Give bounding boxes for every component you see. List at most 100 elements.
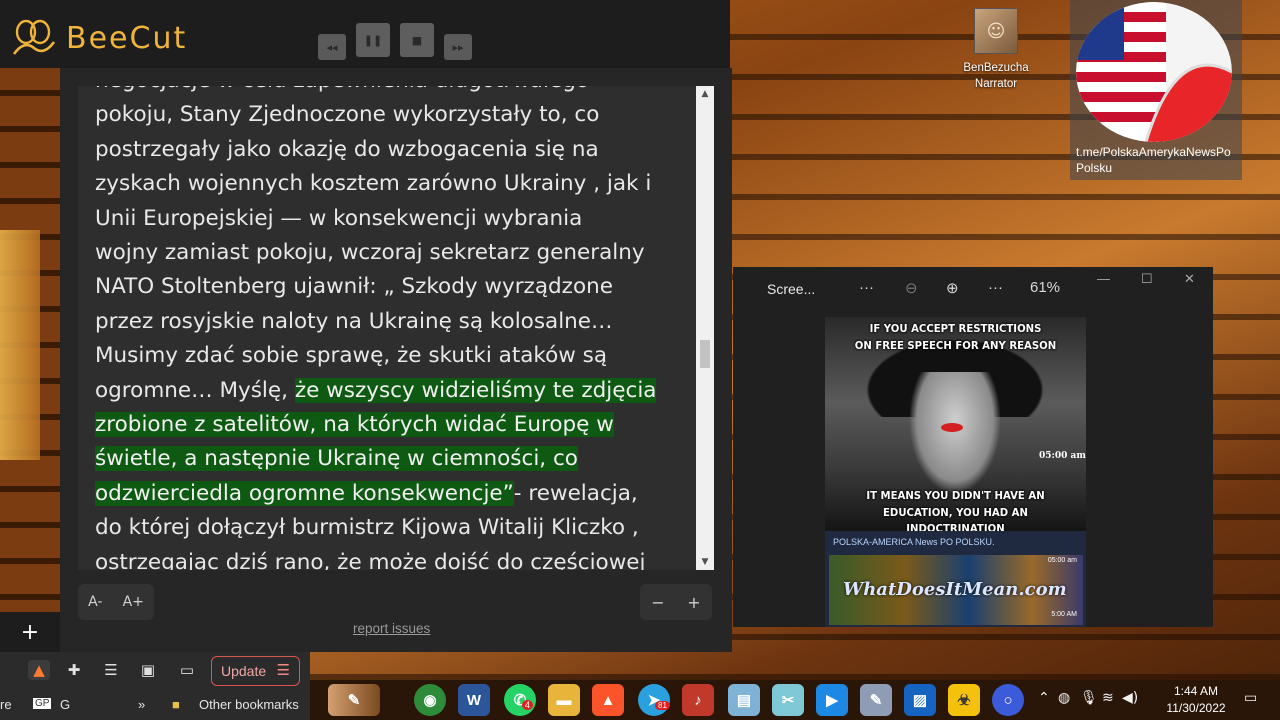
notepad-icon[interactable]: ▤ <box>728 684 760 716</box>
reader-line: przez rosyjskie naloty na Ukrainę są kol… <box>95 305 685 339</box>
meme-top-caption-1: IF YOU ACCEPT RESTRICTIONS <box>869 322 1042 335</box>
reader-line-text: wojny zamiast pokoju, wczoraj sekretarz … <box>95 240 645 266</box>
reader-line-text: do której dołączył burmistrz Kijowa Wita… <box>95 515 639 541</box>
zoom-in-icon[interactable]: ⊕ <box>946 279 959 297</box>
reader-line: świetle, a następnie Ukrainę w ciemności… <box>95 442 685 476</box>
reader-line: do której dołączył burmistrz Kijowa Wita… <box>95 511 685 545</box>
playlist-icon[interactable]: ☰ <box>100 660 122 680</box>
font-smaller-button[interactable]: A- <box>88 594 102 610</box>
new-tab-button[interactable]: + <box>0 612 60 652</box>
font-size-controls: A- A+ <box>78 584 154 620</box>
reader-paragraph: negocjacje w celu zapewnienia długotrwał… <box>95 86 685 570</box>
bookmark-g[interactable]: G <box>60 697 70 712</box>
reader-scrollbar[interactable]: ▲ ▼ <box>696 86 714 570</box>
pause-icon[interactable]: ❚❚ <box>356 23 390 57</box>
tray-overflow-icon[interactable]: ⌃ <box>1038 690 1050 706</box>
bee-icon <box>12 19 56 55</box>
file-explorer-icon[interactable]: ▬ <box>548 684 580 716</box>
font-larger-button[interactable]: A+ <box>123 594 144 610</box>
clock-time: 1:44 AM <box>1173 684 1219 698</box>
beecut-taskbar-icon[interactable]: ♪ <box>682 684 714 716</box>
meme-face <box>910 372 1000 492</box>
reader-line-text: ostrzegając dziś rano, że może dojść do … <box>95 549 646 570</box>
whatsapp-icon[interactable]: ✆ <box>504 684 536 716</box>
reader-highlight: świetle, a następnie Ukrainę w ciemności… <box>95 446 578 472</box>
photos-icon[interactable]: ▨ <box>904 684 936 716</box>
viewer-more-button[interactable]: ··· <box>859 279 874 296</box>
zoom-out-button[interactable]: − <box>651 593 664 612</box>
zoom-level[interactable]: 61% <box>1030 279 1060 296</box>
wallet-icon[interactable]: ▭ <box>176 660 198 680</box>
taskbar-clock[interactable]: 1:44 AM 11/30/2022 <box>1160 683 1232 717</box>
extensions-icon[interactable]: ✚ <box>63 660 85 680</box>
brave-icon[interactable]: ▲ <box>592 684 624 716</box>
reader-line: NATO Stoltenberg ujawnił: „ Szkody wyrzą… <box>95 270 685 304</box>
channel-section: POLSKA-AMERICA News PO POLSKU. 05:00 am … <box>825 531 1086 627</box>
bookmark-re[interactable]: re <box>0 697 12 712</box>
narrator-avatar: ☺ <box>974 8 1018 54</box>
reader-line: Unii Europejskiej — w konsekwencji wybra… <box>95 202 685 236</box>
reader-line: negocjacje w celu zapewnienia długotrwał… <box>95 86 685 98</box>
reader-line: ostrzegając dziś rano, że może dojść do … <box>95 546 685 570</box>
channel-heading: POLSKA-AMERICA News PO POLSKU. <box>833 537 995 547</box>
stop-icon[interactable]: ■ <box>400 23 434 57</box>
brave-shield-icon[interactable]: ▲ <box>28 660 50 680</box>
scroll-down-icon[interactable]: ▼ <box>696 554 714 570</box>
app-title: BeeCut <box>66 20 188 56</box>
viewer-more-button-2[interactable]: ··· <box>988 279 1003 296</box>
reader-highlight: odzwierciedla ogromne konsekwencje” <box>95 480 514 506</box>
paint-icon[interactable]: ✎ <box>860 684 892 716</box>
reader-line: zyskach wojennych kosztem zarówno Ukrain… <box>95 167 685 201</box>
maximize-button[interactable]: ☐ <box>1141 271 1161 287</box>
telegram-icon[interactable]: ➤ <box>638 684 670 716</box>
taskbar-app-green-icon[interactable]: ◉ <box>414 684 446 716</box>
notifications-icon[interactable]: ▭ <box>1244 690 1257 706</box>
reader-line-text: przez rosyjskie naloty na Ukrainę są kol… <box>95 308 613 334</box>
viewer-title: Scree... <box>767 281 816 297</box>
reader-line-text: ogromne… Myślę, <box>95 377 295 403</box>
zoom-controls: − + <box>640 584 712 620</box>
tray-app-icon[interactable]: ◍ <box>1058 690 1070 706</box>
fast-forward-icon[interactable]: ▸▸ <box>444 34 472 60</box>
wifi-icon[interactable]: ≋ <box>1102 690 1114 706</box>
viewer-titlebar: Scree... ··· ⊖ ⊕ ··· 61% — ☐ ✕ <box>733 267 1213 313</box>
volume-icon[interactable]: ◀) <box>1122 690 1138 706</box>
microphone-icon[interactable]: 🎙 <box>1080 690 1098 706</box>
reader-line: wojny zamiast pokoju, wczoraj sekretarz … <box>95 236 685 270</box>
cortana-icon[interactable]: ○ <box>992 684 1024 716</box>
desktop-icon-narrator[interactable]: ☺ BenBezucha Narrator <box>958 8 1034 92</box>
reader-line-text: zyskach wojennych kosztem zarówno Ukrain… <box>95 171 652 197</box>
viewer-image: IF YOU ACCEPT RESTRICTIONS ON FREE SPEEC… <box>825 317 1086 627</box>
report-issues-link[interactable]: report issues <box>353 621 430 636</box>
update-button[interactable]: Update ☰ <box>211 656 300 686</box>
clock-date: 11/30/2022 <box>1166 701 1226 715</box>
reader-text-area: negocjacje w celu zapewnienia długotrwał… <box>78 86 696 570</box>
reader-highlight: że wszyscy widzieliśmy te zdjęcia <box>294 377 657 403</box>
reader-line-text: negocjacje w celu zapewnienia długotrwał… <box>95 86 589 93</box>
snipping-tool-icon[interactable]: ✂ <box>772 684 804 716</box>
meme-top-caption-2: ON FREE SPEECH FOR ANY REASON <box>854 339 1057 352</box>
desktop-icon-telegram-link[interactable]: t.me/PolskaAmerykaNewsPo Polsku <box>1070 0 1242 180</box>
close-button[interactable]: ✕ <box>1184 271 1204 287</box>
media-player-icon[interactable]: ▶ <box>816 684 848 716</box>
reader-line-text: - rewelacja, <box>513 480 638 506</box>
sidebar-icon[interactable]: ▣ <box>137 660 159 680</box>
rewind-icon[interactable]: ◂◂ <box>318 34 346 60</box>
telegram-badge: 81 <box>655 701 670 710</box>
bee-taskbar-icon[interactable]: ☣ <box>948 684 980 716</box>
banner-time-bottom: 5:00 AM <box>1051 611 1077 618</box>
scroll-up-icon[interactable]: ▲ <box>696 86 714 102</box>
banner-watermark: WhatDoesItMean.com <box>843 579 1067 600</box>
cabin-window-glow <box>0 230 40 460</box>
zoom-in-button[interactable]: + <box>687 593 700 612</box>
scroll-thumb[interactable] <box>700 340 710 368</box>
taskbar-thumbnail-icon[interactable]: ✎ <box>328 684 380 716</box>
us-poland-flag-icon <box>1076 2 1232 142</box>
bookmarks-bar: re GP G » ■ Other bookmarks <box>0 688 310 720</box>
other-bookmarks[interactable]: Other bookmarks <box>199 697 299 712</box>
word-icon[interactable]: W <box>458 684 490 716</box>
more-bookmarks-button[interactable]: » <box>138 697 145 712</box>
folder-icon: ■ <box>172 697 180 712</box>
minimize-button[interactable]: — <box>1097 271 1117 286</box>
zoom-out-icon[interactable]: ⊖ <box>905 279 918 297</box>
